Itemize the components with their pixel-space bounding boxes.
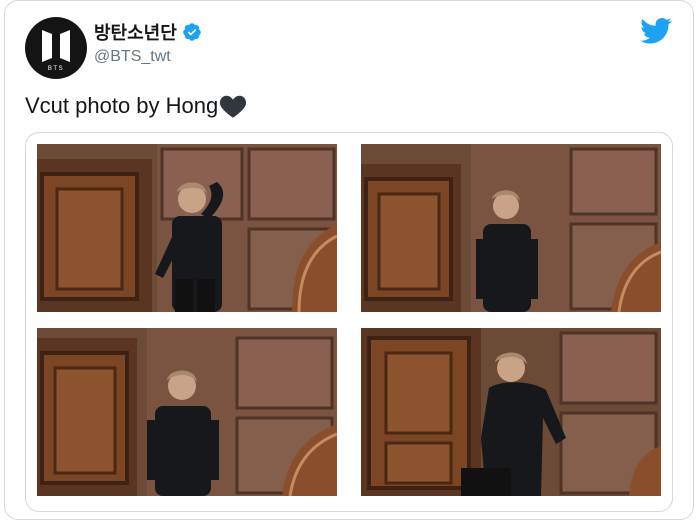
tweet-text: Vcut photo by Hong	[25, 93, 247, 119]
avatar-logo-text: BTS	[48, 66, 64, 72]
author-name[interactable]: 방탄소년단	[94, 19, 202, 45]
twitter-bird-icon[interactable]	[640, 17, 672, 45]
profile-avatar[interactable]: BTS	[25, 17, 87, 79]
tweet-text-content: Vcut photo by Hong	[25, 93, 219, 118]
photo-1[interactable]	[37, 144, 337, 312]
photo-3[interactable]	[37, 328, 337, 496]
author-handle[interactable]: @BTS_twt	[94, 48, 171, 66]
photo-2[interactable]	[361, 144, 661, 312]
black-heart-icon	[220, 95, 247, 118]
verified-badge-icon	[183, 23, 201, 41]
display-name-text[interactable]: 방탄소년단	[94, 19, 177, 45]
media-grid[interactable]	[25, 132, 673, 512]
bts-logo-icon: BTS	[42, 30, 70, 72]
photo-4[interactable]	[361, 328, 661, 496]
